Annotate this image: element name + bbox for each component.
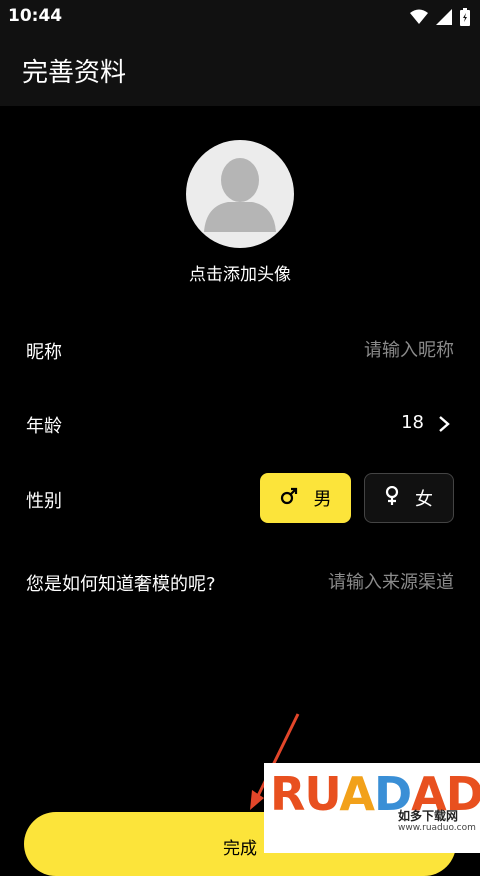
source-input[interactable] (234, 566, 454, 598)
signal-icon (436, 9, 452, 29)
page-title: 完善资料 (22, 58, 127, 88)
watermark-logo: RUADADO 如多下载网 www.ruaduo.com (264, 763, 480, 853)
nickname-row: 昵称 (26, 332, 454, 368)
avatar-placeholder-icon (204, 158, 276, 232)
age-row[interactable]: 年龄 18 (26, 406, 454, 442)
battery-icon (460, 8, 470, 30)
gender-female-label: 女 (415, 489, 433, 510)
watermark-subtitle: 如多下载网 (398, 809, 459, 823)
source-label: 您是如何知道奢模的呢? (26, 574, 216, 595)
gender-label: 性别 (26, 491, 62, 512)
gender-male-label: 男 (313, 489, 332, 510)
female-symbol-icon (385, 485, 399, 511)
avatar-upload[interactable] (186, 140, 294, 248)
source-row: 您是如何知道奢模的呢? (26, 564, 454, 600)
app-bar: 完善资料 (0, 34, 480, 106)
avatar-caption[interactable]: 点击添加头像 (0, 260, 480, 285)
status-icons (410, 8, 470, 30)
status-time: 10:44 (8, 6, 63, 26)
status-bar: 10:44 (0, 0, 480, 34)
age-label: 年龄 (26, 416, 62, 437)
male-symbol-icon (280, 487, 298, 510)
watermark-url: www.ruaduo.com (398, 823, 476, 833)
nickname-label: 昵称 (26, 342, 62, 363)
chevron-right-icon (438, 415, 450, 437)
gender-male-button[interactable]: 男 (260, 473, 351, 523)
wifi-icon (410, 9, 428, 29)
done-button-label: 完成 (223, 839, 257, 859)
gender-female-button[interactable]: 女 (364, 473, 454, 523)
age-value: 18 (401, 412, 424, 433)
nickname-input[interactable] (234, 334, 454, 366)
